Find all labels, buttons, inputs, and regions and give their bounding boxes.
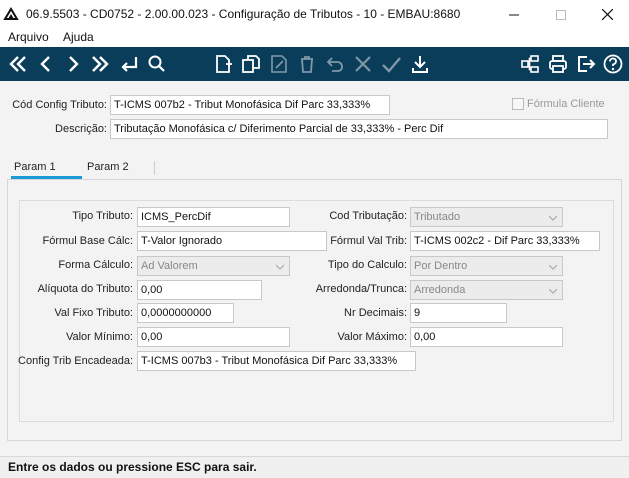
new-document-button[interactable] xyxy=(210,50,236,78)
tab-param-1[interactable]: Param 1 xyxy=(14,161,56,173)
structure-icon xyxy=(521,55,539,73)
tab-param-2[interactable]: Param 2 xyxy=(87,161,129,173)
arredonda-value: Arredonda xyxy=(414,284,466,296)
forma-calculo-value: Ad Valorem xyxy=(141,260,198,272)
help-button[interactable] xyxy=(600,50,626,78)
nr-decimais-label: Nr Decimais: xyxy=(344,307,407,319)
next-record-icon xyxy=(69,56,79,72)
delete-icon xyxy=(301,56,313,73)
structure-button[interactable] xyxy=(517,50,543,78)
menu-ajuda[interactable]: Ajuda xyxy=(63,30,94,44)
chevron-down-icon xyxy=(276,264,284,270)
print-button[interactable] xyxy=(545,50,571,78)
new-document-icon xyxy=(216,55,232,73)
aliquota-field[interactable]: 0,00 xyxy=(137,280,262,300)
first-record-button[interactable] xyxy=(5,50,31,78)
descricao-field[interactable]: Tributação Monofásica c/ Diferimento Par… xyxy=(110,119,608,139)
chevron-down-icon xyxy=(549,264,557,270)
help-icon xyxy=(603,54,623,74)
tipo-tributo-label: Tipo Tributo: xyxy=(72,210,133,222)
maximize-button[interactable] xyxy=(538,0,584,29)
last-record-icon xyxy=(92,56,109,72)
previous-record-button[interactable] xyxy=(33,50,59,78)
undo-icon xyxy=(326,57,343,72)
undo-button[interactable] xyxy=(322,50,348,78)
cod-tributacao-label: Cod Tributação: xyxy=(329,210,407,222)
next-record-button[interactable] xyxy=(60,50,86,78)
chevron-down-icon xyxy=(549,288,557,294)
formul-val-trib-label: Fórmul Val Trib: xyxy=(330,235,407,247)
aliquota-label: Alíquota do Tributo: xyxy=(37,283,133,295)
edit-button[interactable] xyxy=(266,50,292,78)
edit-icon xyxy=(271,55,287,73)
nr-decimais-field[interactable]: 9 xyxy=(410,303,507,323)
config-encadeada-field[interactable]: T-ICMS 007b3 - Tribut Monofásica Dif Par… xyxy=(137,351,416,371)
first-record-icon xyxy=(9,56,26,72)
tipo-calculo-label: Tipo do Calculo: xyxy=(327,259,407,271)
print-icon xyxy=(549,55,567,73)
descricao-label: Descrição: xyxy=(55,123,107,135)
confirm-icon xyxy=(382,57,401,73)
arredonda-label: Arredonda/Trunca: xyxy=(315,283,407,295)
menu-arquivo[interactable]: Arquivo xyxy=(8,30,49,44)
forma-calculo-select[interactable]: Ad Valorem xyxy=(137,256,290,276)
download-icon xyxy=(412,56,428,73)
cod-config-field[interactable]: T-ICMS 007b2 - Tribut Monofásica Dif Par… xyxy=(110,95,390,115)
cod-config-label: Cód Config Tributo: xyxy=(12,99,107,111)
valor-minimo-label: Valor Mínimo: xyxy=(65,331,133,343)
menu-bar: Arquivo Ajuda xyxy=(0,29,629,47)
previous-record-icon xyxy=(40,56,50,72)
formula-cliente-label: Fórmula Cliente xyxy=(527,98,605,110)
status-bar: Entre os dados ou pressione ESC para sai… xyxy=(0,456,629,478)
minimize-icon xyxy=(509,14,519,15)
arredonda-select[interactable]: Arredonda xyxy=(410,280,563,300)
copy-button[interactable] xyxy=(238,50,264,78)
cancel-button[interactable] xyxy=(350,50,376,78)
enter-button[interactable] xyxy=(116,50,142,78)
exit-icon xyxy=(578,56,596,72)
val-fixo-field[interactable]: 0,0000000000 xyxy=(137,303,234,323)
status-message: Entre os dados ou pressione ESC para sai… xyxy=(8,460,257,474)
exit-button[interactable] xyxy=(573,50,599,78)
download-button[interactable] xyxy=(407,50,433,78)
formula-cliente-checkbox[interactable] xyxy=(512,98,524,110)
close-icon xyxy=(601,9,613,20)
tipo-tributo-field[interactable]: ICMS_PercDif xyxy=(137,207,290,227)
forma-calculo-label: Forma Cálculo: xyxy=(58,259,133,271)
tab-bar: Param 1 Param 2 xyxy=(8,159,618,181)
valor-minimo-field[interactable]: 0,00 xyxy=(137,327,290,347)
copy-icon xyxy=(242,55,260,73)
tab-divider xyxy=(154,161,155,175)
search-icon xyxy=(148,55,165,72)
formul-val-trib-field[interactable]: T-ICMS 002c2 - Dif Parc 33,333% xyxy=(410,231,600,251)
formul-base-calc-field[interactable]: T-Valor Ignorado xyxy=(137,231,327,251)
close-button[interactable] xyxy=(584,0,629,29)
cancel-icon xyxy=(355,56,371,72)
formul-base-calc-label: Fórmul Base Cálc: xyxy=(42,235,133,247)
main-content: Cód Config Tributo: T-ICMS 007b2 - Tribu… xyxy=(0,81,629,456)
config-encadeada-label: Config Trib Encadeada: xyxy=(18,355,133,367)
tipo-calculo-select[interactable]: Por Dentro xyxy=(410,256,563,276)
window-title: 06.9.5503 - CD0752 - 2.00.00.023 - Confi… xyxy=(26,7,461,21)
valor-maximo-label: Valor Máximo: xyxy=(337,331,407,343)
cod-tributacao-select[interactable]: Tributado xyxy=(410,207,563,227)
search-button[interactable] xyxy=(144,50,170,78)
cod-tributacao-value: Tributado xyxy=(414,211,461,223)
app-icon xyxy=(3,6,19,22)
enter-icon xyxy=(121,57,138,72)
val-fixo-label: Val Fixo Tributo: xyxy=(54,307,133,319)
confirm-button[interactable] xyxy=(378,50,404,78)
title-bar: 06.9.5503 - CD0752 - 2.00.00.023 - Confi… xyxy=(0,0,629,29)
toolbar xyxy=(0,47,629,81)
tipo-calculo-value: Por Dentro xyxy=(414,260,468,272)
last-record-button[interactable] xyxy=(87,50,113,78)
chevron-down-icon xyxy=(549,215,557,221)
valor-maximo-field[interactable]: 0,00 xyxy=(410,327,563,347)
minimize-button[interactable] xyxy=(491,0,537,29)
delete-button[interactable] xyxy=(294,50,320,78)
maximize-icon xyxy=(556,9,566,20)
